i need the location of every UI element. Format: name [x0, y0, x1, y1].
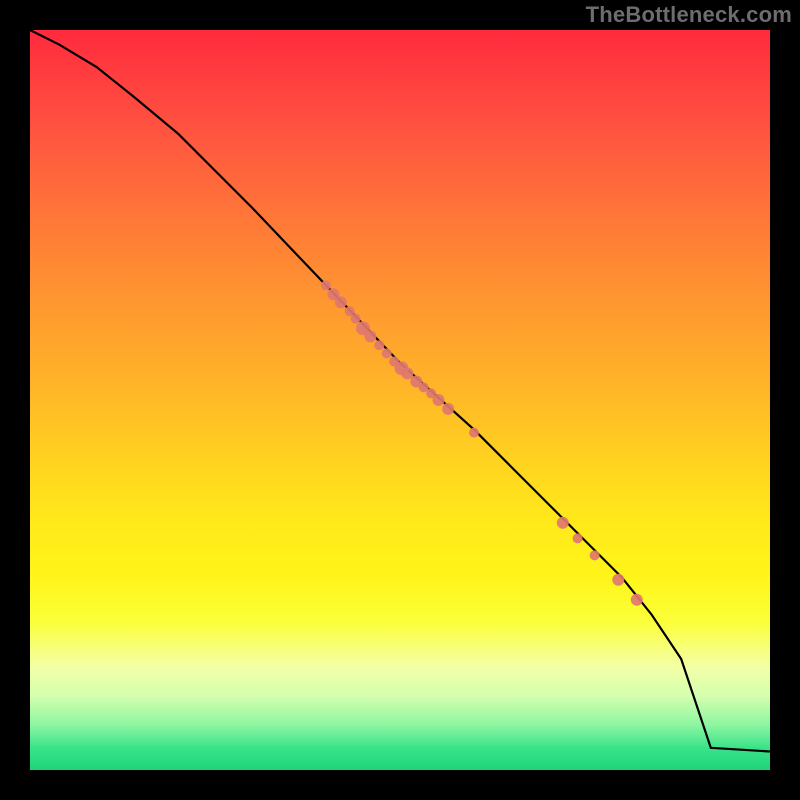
- data-point: [557, 517, 569, 529]
- data-point: [321, 280, 331, 290]
- data-point: [382, 348, 392, 358]
- chart-plot-area: [30, 30, 770, 770]
- chart-svg-layer: [30, 30, 770, 770]
- performance-curve: [30, 30, 770, 752]
- data-point: [631, 594, 643, 606]
- data-point: [335, 296, 347, 308]
- data-point: [374, 340, 384, 350]
- data-point: [433, 394, 445, 406]
- data-point: [469, 428, 479, 438]
- data-point: [612, 574, 624, 586]
- data-point: [573, 533, 583, 543]
- watermark-text: TheBottleneck.com: [586, 2, 792, 28]
- data-point: [442, 403, 454, 415]
- data-points-group: [321, 280, 643, 606]
- data-point: [364, 330, 376, 342]
- data-point: [590, 550, 600, 560]
- data-point: [401, 367, 413, 379]
- chart-stage: TheBottleneck.com: [0, 0, 800, 800]
- data-point: [351, 314, 361, 324]
